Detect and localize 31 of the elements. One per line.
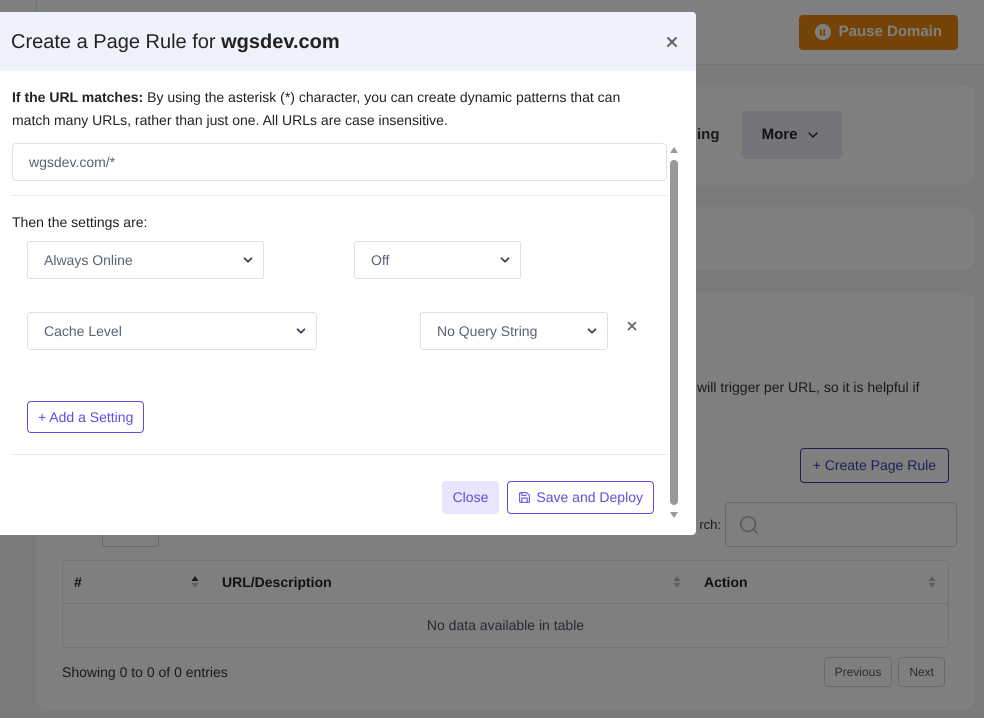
url-input-field[interactable]: wgsdev.com/* <box>12 143 667 181</box>
column-header[interactable]: # <box>74 572 82 592</box>
column-header[interactable]: URL/Description <box>222 572 332 592</box>
pause-icon <box>814 24 831 40</box>
more-button[interactable]: More <box>742 111 842 159</box>
value-select[interactable]: No Query String <box>420 312 608 350</box>
save-and-deploy-button[interactable]: Save and Deploy <box>507 481 654 514</box>
dialog-title: Create a Page Rule for wgsdev.com <box>11 30 340 54</box>
add-setting-button[interactable]: + Add a Setting <box>27 401 144 433</box>
description-text: will trigger per URL, so it is helpful if <box>697 379 920 395</box>
close-button[interactable]: Close <box>442 481 500 514</box>
create-page-rule-button[interactable]: + Create Page Rule <box>800 448 949 483</box>
empty-message: No data available in table <box>426 616 584 635</box>
url-match-description: If the URL matches: By using the asterisk (*) character, you can create dynamic patterns that can match many URLs, rather than just one. All URLs are case insensitive. <box>12 88 622 130</box>
search-icon <box>738 514 760 536</box>
scroll-thumb[interactable] <box>670 160 678 505</box>
scroll-up-icon[interactable] <box>669 146 679 154</box>
value-select[interactable]: Off <box>354 241 521 279</box>
scroll-down-icon[interactable] <box>669 511 679 519</box>
entries-info: Showing 0 to 0 of 0 entries <box>62 662 228 682</box>
settings-label: Then the settings are: <box>12 213 148 232</box>
save-icon <box>518 491 532 504</box>
pagination-button[interactable]: Previous <box>824 657 892 687</box>
pagination-button[interactable]: Next <box>898 657 945 687</box>
column-header[interactable]: Action <box>704 572 748 592</box>
setting-select[interactable]: Cache Level <box>27 312 317 350</box>
remove-icon[interactable] <box>625 319 639 333</box>
setting-select[interactable]: Always Online <box>27 241 264 279</box>
search-field[interactable] <box>725 502 957 547</box>
tab-label[interactable]: ing <box>697 124 720 146</box>
search-label: rch: <box>699 516 721 534</box>
